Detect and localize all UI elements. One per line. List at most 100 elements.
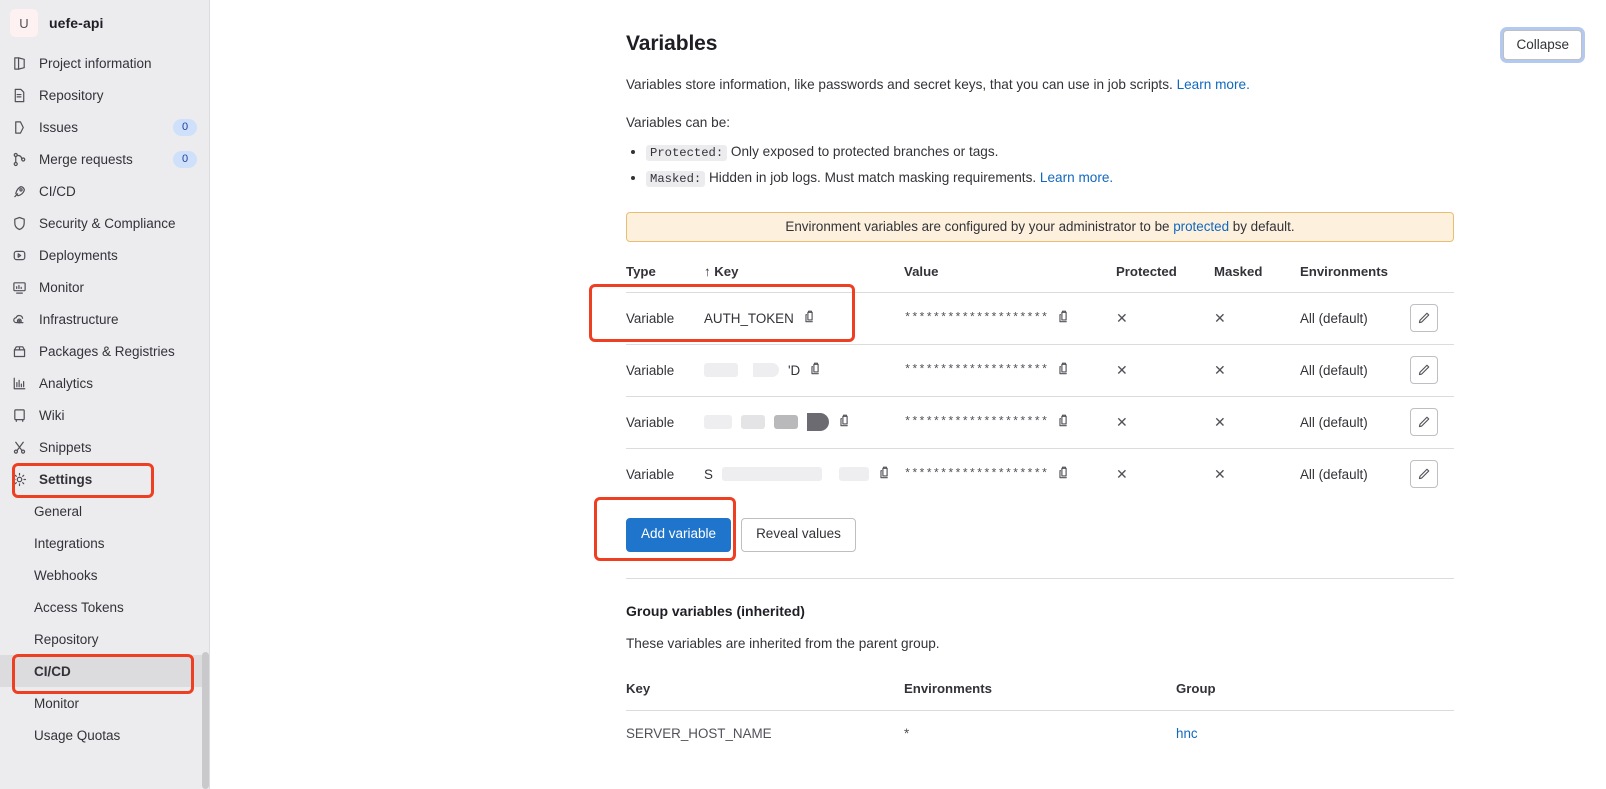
copy-to-clipboard-icon[interactable]: [1057, 466, 1071, 483]
sidebar-subitem-access-tokens[interactable]: Access Tokens: [0, 591, 209, 623]
cell-key-text: 'D: [788, 363, 800, 378]
book-icon: [11, 55, 27, 71]
deployments-icon: [11, 247, 27, 263]
cell-masked: ✕: [1214, 448, 1300, 500]
masked-value: ********************: [904, 363, 1048, 377]
cell-value: ********************: [904, 396, 1116, 448]
copy-to-clipboard-icon[interactable]: [1057, 310, 1071, 327]
protected-tag: Protected:: [646, 145, 727, 161]
header-actions: [1410, 264, 1454, 293]
sidebar-item-monitor[interactable]: Monitor: [0, 271, 209, 303]
cell-key-text: AUTH_TOKEN: [704, 311, 794, 326]
admin-protected-alert: Environment variables are configured by …: [626, 212, 1454, 242]
sidebar-item-analytics[interactable]: Analytics: [0, 367, 209, 399]
cross-icon: ✕: [1116, 466, 1128, 482]
sidebar-subitem-monitor[interactable]: Monitor: [0, 687, 209, 719]
sidebar-item-project-information[interactable]: Project information: [0, 47, 209, 79]
group-header-environments: Environments: [904, 681, 1176, 711]
sidebar-item-merge-requests[interactable]: Merge requests0: [0, 143, 209, 175]
group-header-group: Group: [1176, 681, 1454, 711]
sidebar-item-label: Repository: [39, 88, 197, 103]
cell-key: S: [704, 448, 904, 500]
cell-value: ********************: [904, 292, 1116, 344]
sidebar-item-repository[interactable]: Repository: [0, 79, 209, 111]
sidebar-item-label: CI/CD: [39, 184, 197, 199]
cell-environments: All (default): [1300, 292, 1410, 344]
table-row: Variable********************✕✕All (defau…: [626, 396, 1454, 448]
cell-environments: All (default): [1300, 344, 1410, 396]
cell-masked: ✕: [1214, 396, 1300, 448]
add-variable-button[interactable]: Add variable: [626, 518, 731, 552]
cell-masked: ✕: [1214, 344, 1300, 396]
project-header[interactable]: U uefe-api: [0, 0, 209, 47]
sidebar-item-settings[interactable]: Settings: [0, 463, 209, 495]
copy-to-clipboard-icon[interactable]: [1057, 414, 1071, 431]
sidebar-subitem-webhooks[interactable]: Webhooks: [0, 559, 209, 591]
copy-to-clipboard-icon[interactable]: [803, 310, 817, 327]
cell-actions: [1410, 396, 1454, 448]
sidebar-item-ci-cd[interactable]: CI/CD: [0, 175, 209, 207]
sidebar-item-label: Settings: [39, 472, 197, 487]
cell-type: Variable: [626, 344, 704, 396]
group-table-header-row: Key Environments Group: [626, 681, 1454, 711]
cloud-gear-icon: [11, 311, 27, 327]
edit-variable-button[interactable]: [1410, 408, 1438, 436]
sidebar-subitem-general[interactable]: General: [0, 495, 209, 527]
sidebar-item-deployments[interactable]: Deployments: [0, 239, 209, 271]
sidebar-subitem-ci-cd[interactable]: CI/CD: [0, 655, 205, 687]
copy-to-clipboard-icon[interactable]: [878, 466, 892, 483]
learn-more-link-2[interactable]: Learn more.: [1040, 170, 1113, 185]
copy-to-clipboard-icon[interactable]: [838, 414, 852, 431]
group-variables-title: Group variables (inherited): [626, 603, 1476, 619]
edit-variable-button[interactable]: [1410, 304, 1438, 332]
sidebar-item-security-compliance[interactable]: Security & Compliance: [0, 207, 209, 239]
masked-tag: Masked:: [646, 171, 705, 187]
project-avatar: U: [10, 9, 38, 37]
cell-key: [704, 396, 904, 448]
edit-variable-button[interactable]: [1410, 356, 1438, 384]
collapse-button[interactable]: Collapse: [1503, 30, 1582, 60]
cross-icon: ✕: [1214, 414, 1226, 430]
masked-text: Hidden in job logs. Must match masking r…: [709, 170, 1036, 185]
sidebar-item-issues[interactable]: Issues0: [0, 111, 209, 143]
cross-icon: ✕: [1214, 310, 1226, 326]
sidebar-item-packages-registries[interactable]: Packages & Registries: [0, 335, 209, 367]
sidebar-item-snippets[interactable]: Snippets: [0, 431, 209, 463]
sidebar-item-badge: 0: [173, 119, 197, 136]
learn-more-link-1[interactable]: Learn more.: [1177, 77, 1250, 92]
reveal-values-button[interactable]: Reveal values: [741, 518, 856, 552]
cell-environments: All (default): [1300, 448, 1410, 500]
copy-to-clipboard-icon[interactable]: [1057, 362, 1071, 379]
chart-icon: [11, 375, 27, 391]
protected-link[interactable]: protected: [1173, 219, 1229, 234]
main-content: Collapse Variables Variables store infor…: [210, 0, 1606, 789]
cell-key: 'D: [704, 344, 904, 396]
sidebar-subitem-integrations[interactable]: Integrations: [0, 527, 209, 559]
edit-variable-button[interactable]: [1410, 460, 1438, 488]
variables-can-be-label: Variables can be:: [626, 115, 1476, 130]
sidebar-settings-submenu: GeneralIntegrationsWebhooksAccess Tokens…: [0, 495, 209, 751]
group-table-row: SERVER_HOST_NAME*hnc: [626, 711, 1454, 757]
sidebar-subitem-usage-quotas[interactable]: Usage Quotas: [0, 719, 209, 751]
sidebar-item-infrastructure[interactable]: Infrastructure: [0, 303, 209, 335]
sidebar-subitem-repository[interactable]: Repository: [0, 623, 209, 655]
cross-icon: ✕: [1116, 414, 1128, 430]
group-cell-key: SERVER_HOST_NAME: [626, 711, 904, 757]
copy-to-clipboard-icon[interactable]: [809, 362, 823, 379]
cell-protected: ✕: [1116, 292, 1214, 344]
list-item-masked: Masked: Hidden in job logs. Must match m…: [646, 167, 1476, 190]
protected-text: Only exposed to protected branches or ta…: [731, 144, 999, 159]
sidebar-scrollbar[interactable]: [202, 652, 209, 789]
table-row: Variable'D********************✕✕All (def…: [626, 344, 1454, 396]
sidebar-item-badge: 0: [173, 151, 197, 168]
gitlab-ci-cd-variables-page: U uefe-api Project information Repository…: [0, 0, 1606, 789]
group-link[interactable]: hnc: [1176, 726, 1198, 741]
cell-type: Variable: [626, 292, 704, 344]
cell-value: ********************: [904, 448, 1116, 500]
header-key[interactable]: ↑ Key: [704, 264, 904, 293]
sidebar-item-label: Snippets: [39, 440, 197, 455]
merge-icon: [11, 151, 27, 167]
cell-actions: [1410, 448, 1454, 500]
sidebar-item-wiki[interactable]: Wiki: [0, 399, 209, 431]
table-row: VariableAUTH_TOKEN********************✕✕…: [626, 292, 1454, 344]
